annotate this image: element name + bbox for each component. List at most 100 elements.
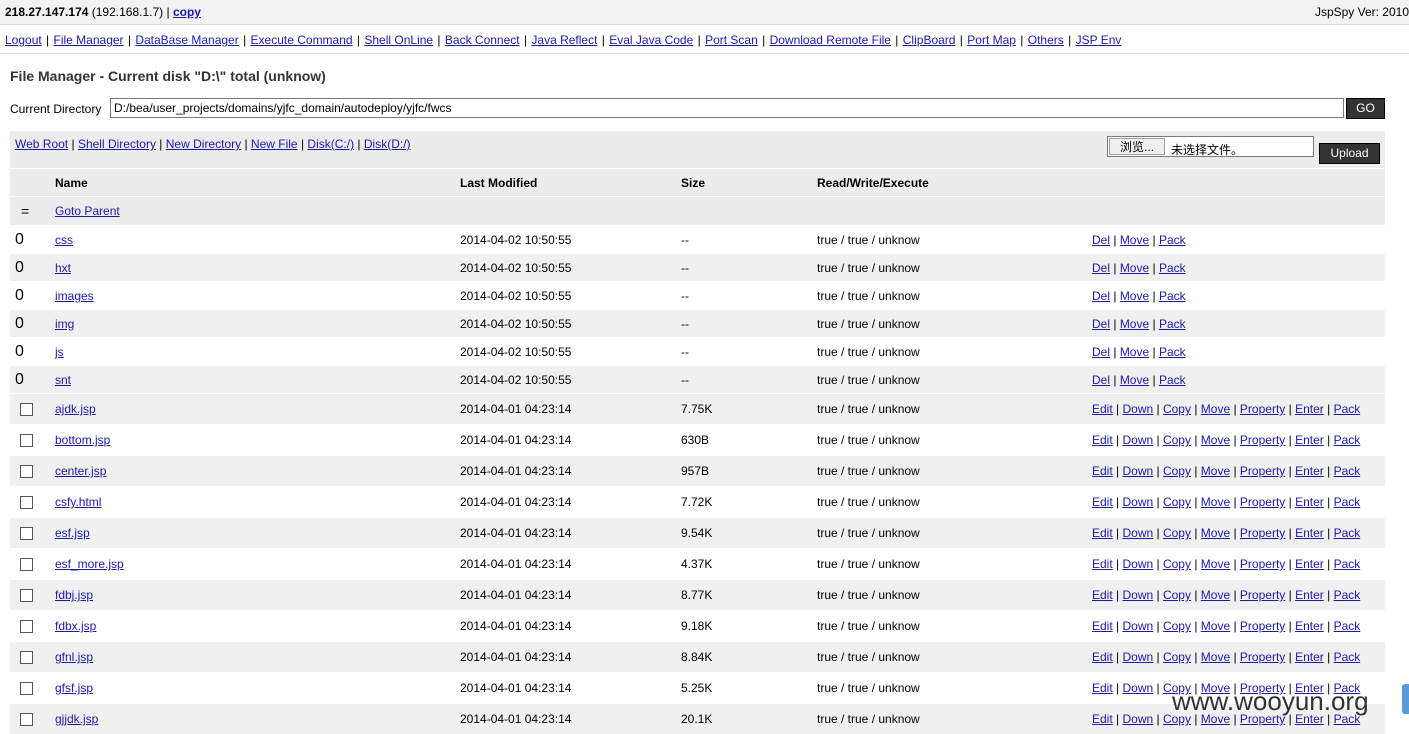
action-edit[interactable]: Edit — [1092, 712, 1113, 726]
file-name-link[interactable]: center.jsp — [55, 464, 106, 478]
file-checkbox[interactable] — [20, 496, 33, 510]
goto-parent-link[interactable]: Goto Parent — [55, 204, 120, 218]
action-copy[interactable]: Copy — [1163, 402, 1191, 416]
dir-name-link[interactable]: hxt — [55, 261, 71, 275]
action-down[interactable]: Down — [1122, 495, 1153, 509]
file-name-link[interactable]: esf_more.jsp — [55, 557, 124, 571]
action-pack[interactable]: Pack — [1159, 373, 1186, 387]
nav-link-jsp-env[interactable]: JSP Env — [1076, 33, 1122, 47]
action-down[interactable]: Down — [1122, 619, 1153, 633]
file-checkbox[interactable] — [20, 403, 33, 417]
file-checkbox[interactable] — [20, 558, 33, 572]
nav-link-download-remote-file[interactable]: Download Remote File — [770, 33, 891, 47]
action-edit[interactable]: Edit — [1092, 619, 1113, 633]
action-move[interactable]: Move — [1120, 317, 1149, 331]
action-move[interactable]: Move — [1201, 619, 1230, 633]
action-edit[interactable]: Edit — [1092, 464, 1113, 478]
file-name-link[interactable]: ajdk.jsp — [55, 402, 96, 416]
action-down[interactable]: Down — [1122, 712, 1153, 726]
browse-button[interactable]: 浏览... — [1109, 138, 1165, 155]
file-name-link[interactable]: csfy.html — [55, 495, 101, 509]
file-checkbox[interactable] — [20, 434, 33, 448]
action-down[interactable]: Down — [1122, 526, 1153, 540]
toolbar-link-web-root[interactable]: Web Root — [15, 137, 68, 151]
action-property[interactable]: Property — [1240, 433, 1285, 447]
file-name-link[interactable]: bottom.jsp — [55, 433, 110, 447]
action-pack[interactable]: Pack — [1159, 317, 1186, 331]
nav-link-back-connect[interactable]: Back Connect — [445, 33, 520, 47]
action-del[interactable]: Del — [1092, 373, 1110, 387]
action-pack[interactable]: Pack — [1334, 526, 1361, 540]
action-move[interactable]: Move — [1201, 526, 1230, 540]
action-move[interactable]: Move — [1120, 289, 1149, 303]
action-edit[interactable]: Edit — [1092, 650, 1113, 664]
nav-link-clipboard[interactable]: ClipBoard — [903, 33, 956, 47]
action-pack[interactable]: Pack — [1159, 289, 1186, 303]
action-move[interactable]: Move — [1201, 433, 1230, 447]
action-pack[interactable]: Pack — [1159, 233, 1186, 247]
action-enter[interactable]: Enter — [1295, 495, 1324, 509]
action-del[interactable]: Del — [1092, 345, 1110, 359]
go-button[interactable]: GO — [1346, 98, 1385, 119]
action-move[interactable]: Move — [1201, 495, 1230, 509]
action-move[interactable]: Move — [1120, 261, 1149, 275]
action-down[interactable]: Down — [1122, 402, 1153, 416]
nav-link-shell-online[interactable]: Shell OnLine — [364, 33, 433, 47]
action-copy[interactable]: Copy — [1163, 526, 1191, 540]
file-name-link[interactable]: fdbx.jsp — [55, 619, 96, 633]
action-move[interactable]: Move — [1201, 588, 1230, 602]
action-property[interactable]: Property — [1240, 495, 1285, 509]
action-enter[interactable]: Enter — [1295, 526, 1324, 540]
action-down[interactable]: Down — [1122, 650, 1153, 664]
action-property[interactable]: Property — [1240, 650, 1285, 664]
action-pack[interactable]: Pack — [1159, 261, 1186, 275]
action-property[interactable]: Property — [1240, 588, 1285, 602]
action-property[interactable]: Property — [1240, 619, 1285, 633]
file-name-link[interactable]: gfsf.jsp — [55, 681, 93, 695]
upload-button[interactable]: Upload — [1319, 143, 1380, 164]
toolbar-link-shell-directory[interactable]: Shell Directory — [78, 137, 156, 151]
file-name-link[interactable]: gfnl.jsp — [55, 650, 93, 664]
action-move[interactable]: Move — [1120, 345, 1149, 359]
action-enter[interactable]: Enter — [1295, 402, 1324, 416]
file-checkbox[interactable] — [20, 682, 33, 696]
action-del[interactable]: Del — [1092, 261, 1110, 275]
action-copy[interactable]: Copy — [1163, 495, 1191, 509]
action-pack[interactable]: Pack — [1159, 345, 1186, 359]
file-name-link[interactable]: gjjdk.jsp — [55, 712, 98, 726]
action-edit[interactable]: Edit — [1092, 588, 1113, 602]
nav-link-logout[interactable]: Logout — [5, 33, 42, 47]
action-move[interactable]: Move — [1120, 233, 1149, 247]
nav-link-port-map[interactable]: Port Map — [967, 33, 1016, 47]
action-pack[interactable]: Pack — [1334, 495, 1361, 509]
action-del[interactable]: Del — [1092, 233, 1110, 247]
action-down[interactable]: Down — [1122, 681, 1153, 695]
action-enter[interactable]: Enter — [1295, 557, 1324, 571]
action-pack[interactable]: Pack — [1334, 402, 1361, 416]
action-edit[interactable]: Edit — [1092, 433, 1113, 447]
nav-link-database-manager[interactable]: DataBase Manager — [135, 33, 238, 47]
action-down[interactable]: Down — [1122, 464, 1153, 478]
file-checkbox[interactable] — [20, 527, 33, 541]
action-enter[interactable]: Enter — [1295, 650, 1324, 664]
action-enter[interactable]: Enter — [1295, 588, 1324, 602]
dir-name-link[interactable]: js — [55, 345, 64, 359]
nav-link-java-reflect[interactable]: Java Reflect — [531, 33, 597, 47]
toolbar-link-disk-d[interactable]: Disk(D:/) — [364, 137, 411, 151]
nav-link-eval-java-code[interactable]: Eval Java Code — [609, 33, 693, 47]
toolbar-link-new-directory[interactable]: New Directory — [166, 137, 241, 151]
action-copy[interactable]: Copy — [1163, 433, 1191, 447]
action-del[interactable]: Del — [1092, 289, 1110, 303]
file-checkbox[interactable] — [20, 589, 33, 603]
dir-name-link[interactable]: snt — [55, 373, 71, 387]
nav-link-execute-command[interactable]: Execute Command — [251, 33, 353, 47]
action-pack[interactable]: Pack — [1334, 650, 1361, 664]
action-edit[interactable]: Edit — [1092, 526, 1113, 540]
action-enter[interactable]: Enter — [1295, 464, 1324, 478]
file-checkbox[interactable] — [20, 713, 33, 727]
action-property[interactable]: Property — [1240, 402, 1285, 416]
toolbar-link-disk-c[interactable]: Disk(C:/) — [307, 137, 354, 151]
dir-name-link[interactable]: img — [55, 317, 74, 331]
dir-name-link[interactable]: css — [55, 233, 73, 247]
file-name-link[interactable]: esf.jsp — [55, 526, 90, 540]
